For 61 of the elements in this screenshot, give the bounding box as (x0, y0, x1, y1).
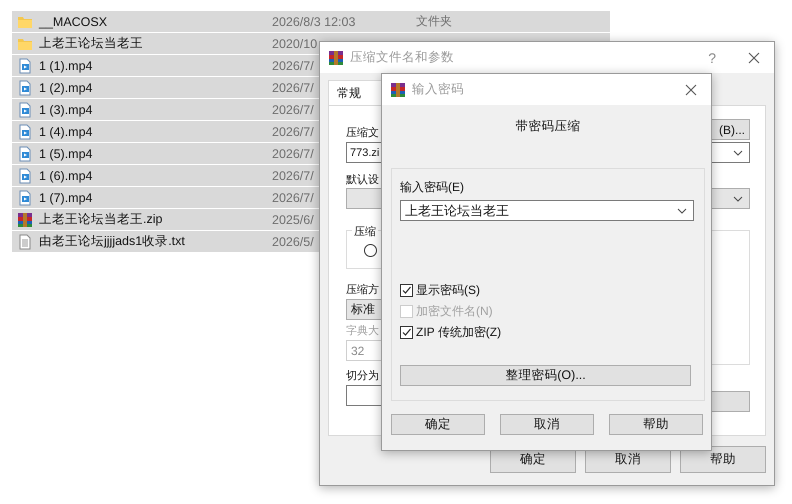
file-date: 2026/7/ (272, 146, 314, 160)
video-file-icon (17, 124, 33, 140)
chevron-down-icon (677, 208, 687, 214)
file-name: 1 (7).mp4 (39, 190, 94, 204)
file-name: 上老王论坛当老王.zip (39, 211, 164, 228)
tab[interactable]: 常规 (328, 80, 383, 105)
file-name: 1 (6).mp4 (39, 168, 94, 182)
file-date: 2020/10 (272, 36, 318, 50)
dialog-button[interactable]: 帮助 (680, 446, 766, 473)
file-name: 1 (2).mp4 (39, 80, 94, 94)
radio-button[interactable] (364, 244, 377, 257)
video-file-icon (17, 102, 33, 118)
file-date: 2026/7/ (272, 168, 314, 182)
field-label: 压缩方 (346, 282, 379, 297)
file-date: 2025/6/ (272, 212, 314, 226)
file-name: 由老王论坛jjjjads1收录.txt (39, 233, 186, 250)
field-label: 默认设 (346, 173, 379, 186)
video-file-icon (17, 168, 33, 184)
close-icon[interactable] (685, 84, 697, 96)
file-name: 1 (5).mp4 (39, 146, 94, 160)
file-name: 1 (4).mp4 (39, 124, 94, 138)
video-file-icon (17, 80, 33, 96)
field-label: 字典大 (346, 324, 379, 338)
video-file-icon (17, 58, 33, 74)
group-label: 压缩 (352, 224, 378, 239)
chevron-down-icon (733, 150, 743, 156)
file-date: 2026/8/3 12:03 (272, 14, 356, 28)
file-date: 2026/7/ (272, 190, 314, 204)
file-name: __MACOSX (39, 14, 108, 28)
checkbox-label[interactable]: 显示密码(S) (416, 282, 480, 299)
file-date: 2026/5/ (272, 234, 314, 248)
file-name: 1 (3).mp4 (39, 102, 94, 116)
dialog-heading: 带密码压缩 (514, 118, 582, 135)
video-file-icon (17, 190, 33, 206)
file-name: 1 (1).mp4 (39, 58, 94, 72)
file-date: 2026/7/ (272, 58, 314, 72)
file-date: 2026/7/ (272, 124, 314, 138)
dialog-button[interactable]: 帮助 (609, 414, 703, 435)
file-name: 上老王论坛当老王 (39, 35, 144, 52)
field-label: 切分为 (346, 369, 379, 383)
dialog-button[interactable]: 取消 (500, 414, 594, 435)
checkbox[interactable] (400, 284, 413, 297)
text-file-icon (17, 234, 33, 250)
checkbox[interactable] (400, 326, 413, 339)
file-type: 文件夹 (416, 13, 452, 30)
field-label: 压缩文 (346, 126, 379, 140)
help-button[interactable]: ? (708, 50, 716, 66)
chevron-down-icon (733, 196, 743, 202)
checkbox-label[interactable]: ZIP 传统加密(Z) (416, 324, 502, 341)
manage-passwords-button[interactable]: 整理密码(O)... (400, 365, 691, 386)
app-icon (328, 50, 344, 66)
archive-icon (17, 212, 33, 228)
close-icon[interactable] (748, 52, 760, 64)
dialog-button[interactable]: 确定 (391, 414, 485, 435)
video-file-icon (17, 146, 33, 162)
file-date: 2026/7/ (272, 102, 314, 116)
app-icon (390, 82, 406, 98)
window-title: 输入密码 (412, 81, 465, 98)
file-row[interactable]: __MACOSX 2026/8/3 12:03 文件夹 (12, 11, 610, 32)
file-date: 2026/7/ (272, 80, 314, 94)
password-field[interactable]: 上老王论坛当老王 (400, 200, 694, 221)
